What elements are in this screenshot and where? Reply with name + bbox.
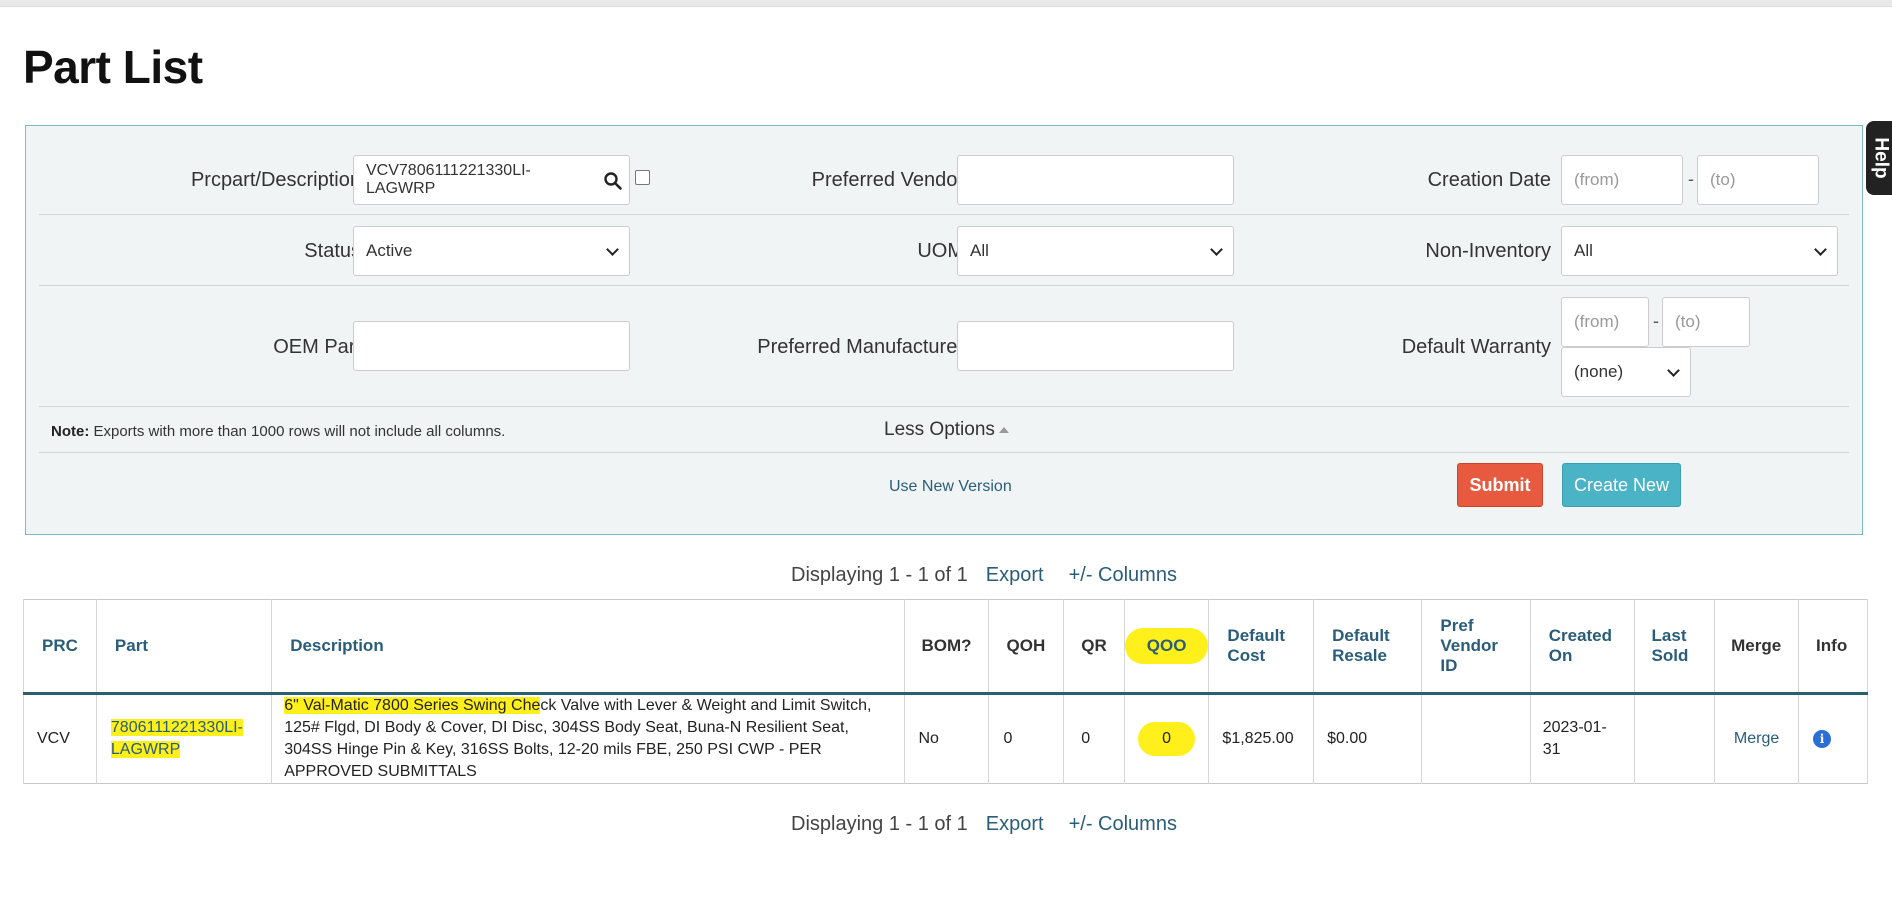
row-divider xyxy=(39,406,1849,407)
creation-date-to[interactable]: (to) xyxy=(1697,155,1819,205)
pager-text: Displaying 1 - 1 of 1 xyxy=(791,813,968,835)
default-warranty-select[interactable]: (none) xyxy=(1561,347,1691,397)
col-created-on[interactable]: Created On xyxy=(1529,599,1635,695)
cell-qoo: 0 xyxy=(1123,693,1210,784)
table-header-row: PRC Part Description BOM? QOH QR QOO Def… xyxy=(23,599,1868,695)
export-link[interactable]: Export xyxy=(986,813,1044,835)
oem-part-input[interactable] xyxy=(353,321,630,371)
export-link[interactable]: Export xyxy=(986,564,1044,586)
cell-qr: 0 xyxy=(1063,693,1125,784)
qoo-value: 0 xyxy=(1138,722,1196,756)
preferred-vendor-input[interactable] xyxy=(957,155,1234,205)
cell-merge: Merge xyxy=(1714,693,1800,784)
less-options-toggle[interactable]: Less Options xyxy=(884,419,1009,441)
preferred-manufacturer-input[interactable] xyxy=(957,321,1234,371)
submit-button[interactable]: Submit xyxy=(1457,463,1543,507)
cell-default-resale: $0.00 xyxy=(1313,693,1423,784)
cell-created-on: 2023-01-31 xyxy=(1529,693,1635,784)
cell-bom: No xyxy=(904,693,989,784)
col-bom: BOM? xyxy=(904,599,989,695)
col-prc[interactable]: PRC xyxy=(23,599,97,695)
creation-date-from[interactable]: (from) xyxy=(1561,155,1683,205)
preferred-manufacturer-label: Preferred Manufacturer xyxy=(757,336,964,358)
row-divider xyxy=(39,452,1849,453)
help-tab[interactable]: Help xyxy=(1866,121,1892,195)
search-icon[interactable] xyxy=(603,171,623,191)
col-qoh: QOH xyxy=(987,599,1065,695)
create-new-button[interactable]: Create New xyxy=(1562,463,1681,507)
prcpart-checkbox[interactable] xyxy=(635,170,650,185)
cell-description: 6" Val-Matic 7800 Series Swing Check Val… xyxy=(271,693,906,784)
col-info: Info xyxy=(1798,599,1868,695)
pager-text: Displaying 1 - 1 of 1 xyxy=(791,564,968,586)
note-text: Exports with more than 1000 rows will no… xyxy=(89,423,506,440)
cell-qoh: 0 xyxy=(987,693,1065,784)
qoo-header-label: QOO xyxy=(1124,628,1209,664)
parts-table: PRC Part Description BOM? QOH QR QOO Def… xyxy=(23,599,1868,784)
columns-link[interactable]: +/- Columns xyxy=(1069,564,1177,586)
preferred-vendor-label: Preferred Vendor xyxy=(811,169,964,191)
creation-date-separator: - xyxy=(1688,169,1694,189)
col-merge: Merge xyxy=(1714,599,1800,695)
default-warranty-label: Default Warranty xyxy=(1401,336,1551,358)
merge-link[interactable]: Merge xyxy=(1734,730,1779,747)
prcpart-input[interactable]: VCV7806111221330LI-LAGWRP xyxy=(353,155,630,205)
oem-part-label: OEM Part xyxy=(273,336,361,358)
col-description[interactable]: Description xyxy=(271,599,906,695)
col-default-resale[interactable]: Default Resale xyxy=(1313,599,1423,695)
non-inventory-label: Non-Inventory xyxy=(1425,240,1551,262)
non-inventory-selected: All xyxy=(1574,241,1593,260)
col-default-cost[interactable]: Default Cost xyxy=(1208,599,1315,695)
note-label: Note: xyxy=(51,423,90,440)
cell-part: 7806111221330LI-LAGWRP xyxy=(95,693,273,784)
page-title: Part List xyxy=(23,41,203,93)
info-icon[interactable]: i xyxy=(1813,730,1832,748)
pager-bottom: Displaying 1 - 1 of 1 Export +/- Columns xyxy=(791,813,1177,836)
columns-link[interactable]: +/- Columns xyxy=(1069,813,1177,835)
col-last-sold[interactable]: Last Sold xyxy=(1633,599,1716,695)
col-part[interactable]: Part xyxy=(95,599,273,695)
col-pref-vendor-id[interactable]: Pref Vendor ID xyxy=(1421,599,1531,695)
part-link[interactable]: 7806111221330LI-LAGWRP xyxy=(110,719,243,758)
default-warranty-selected: (none) xyxy=(1574,362,1624,381)
default-warranty-to[interactable]: (to) xyxy=(1662,297,1750,347)
non-inventory-select[interactable]: All xyxy=(1561,226,1838,276)
cell-default-cost: $1,825.00 xyxy=(1208,693,1315,784)
col-qoo[interactable]: QOO xyxy=(1123,599,1210,695)
help-label: Help xyxy=(1871,137,1892,179)
less-options-label: Less Options xyxy=(884,419,995,440)
default-warranty-from[interactable]: (from) xyxy=(1561,297,1649,347)
filter-panel: Prcpart/Description VCV7806111221330LI-L… xyxy=(25,125,1863,535)
description-highlight: 6" Val-Matic 7800 Series Swing Che xyxy=(284,697,541,714)
export-note: Note: Exports with more than 1000 rows w… xyxy=(51,423,505,440)
uom-label: UOM xyxy=(917,240,964,262)
status-select[interactable]: Active xyxy=(353,226,630,276)
prcpart-value: VCV7806111221330LI-LAGWRP xyxy=(366,162,531,197)
status-selected: Active xyxy=(366,241,413,260)
col-qr: QR xyxy=(1063,599,1125,695)
top-bar xyxy=(0,0,1892,7)
default-warranty-separator: - xyxy=(1653,311,1659,331)
uom-selected: All xyxy=(970,241,989,260)
prcpart-label: Prcpart/Description xyxy=(190,169,361,191)
creation-date-label: Creation Date xyxy=(1427,169,1551,191)
uom-select[interactable]: All xyxy=(957,226,1234,276)
caret-up-icon xyxy=(998,426,1009,433)
row-divider xyxy=(39,214,1849,215)
pager-top: Displaying 1 - 1 of 1 Export +/- Columns xyxy=(791,564,1177,587)
cell-pref-vendor-id xyxy=(1421,693,1531,784)
cell-last-sold xyxy=(1633,693,1716,784)
table-row: VCV 7806111221330LI-LAGWRP 6" Val-Matic … xyxy=(23,693,1868,784)
cell-prc: VCV xyxy=(23,693,97,784)
status-label: Status xyxy=(304,240,361,262)
cell-info: i xyxy=(1798,693,1868,784)
row-divider xyxy=(39,285,1849,286)
use-new-version-link[interactable]: Use New Version xyxy=(889,478,1012,496)
